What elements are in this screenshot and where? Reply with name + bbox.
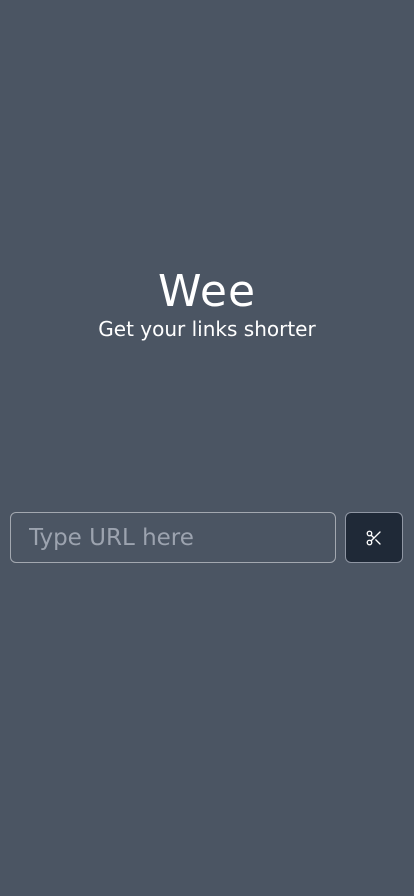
- brand-header: Wee Get your links shorter: [0, 266, 414, 341]
- url-shortener-form: [10, 512, 403, 563]
- scissors-icon: [366, 530, 381, 545]
- shorten-button[interactable]: [345, 512, 403, 563]
- app-screen: Wee Get your links shorter: [0, 0, 414, 896]
- url-input[interactable]: [10, 512, 336, 563]
- app-title: Wee: [157, 266, 257, 317]
- app-subtitle: Get your links shorter: [98, 317, 316, 341]
